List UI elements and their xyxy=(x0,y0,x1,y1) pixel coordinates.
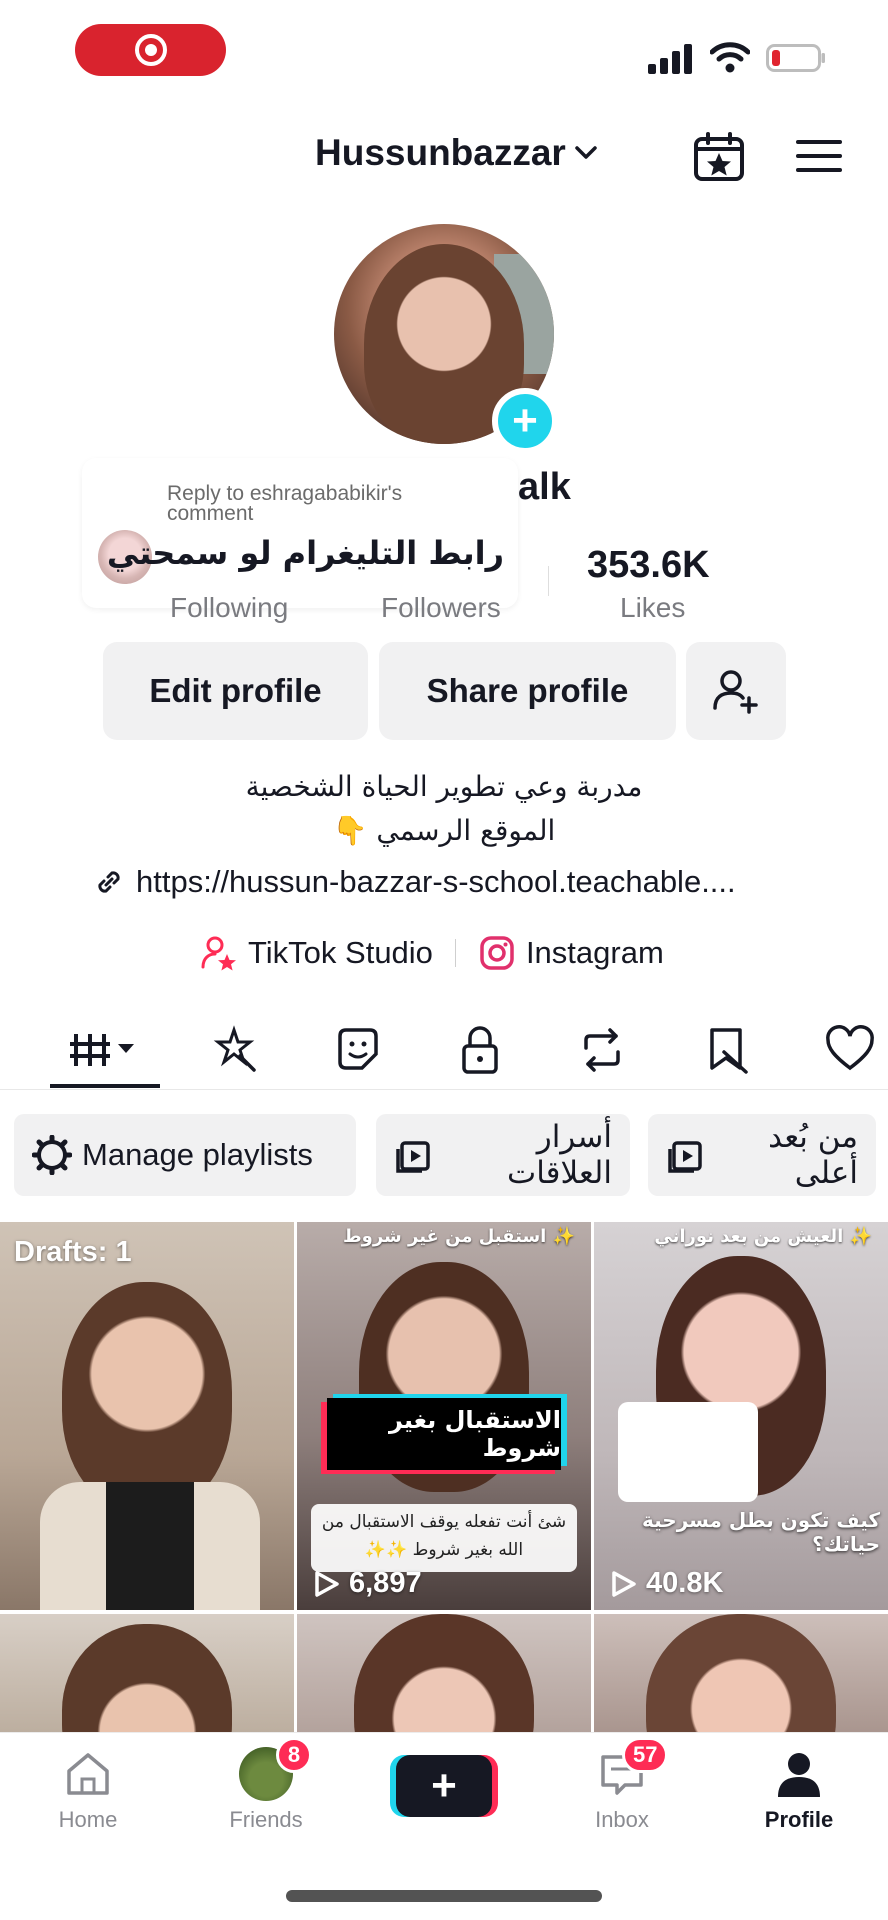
active-tab-indicator xyxy=(50,1084,160,1088)
playlist-chip-label: أسرار العلاقات xyxy=(507,1119,612,1191)
add-user-icon xyxy=(713,670,758,714)
drafts-label: Drafts: 1 xyxy=(14,1236,132,1268)
calendar-star-icon[interactable] xyxy=(692,130,746,184)
thumbnail-person xyxy=(62,1282,232,1512)
links-divider xyxy=(454,939,456,967)
tiktok-studio-icon xyxy=(201,936,236,971)
video-thumbnail-3[interactable]: ✨ العيش من بعد نوراني كيف تكون بطل مسرحي… xyxy=(594,1222,888,1610)
nav-profile[interactable]: Profile xyxy=(739,1747,859,1833)
share-profile-button[interactable]: Share profile xyxy=(379,642,676,740)
video-top-caption: ✨ استقبل من غير شروط xyxy=(342,1226,575,1247)
nav-home[interactable]: Home xyxy=(28,1747,148,1833)
bio-line-1: مدربة وعي تطوير الحياة الشخصية xyxy=(245,770,643,803)
nav-inbox-label: Inbox xyxy=(595,1807,649,1832)
video-top-caption: ✨ العيش من بعد نوراني xyxy=(654,1226,872,1247)
cellular-signal-icon xyxy=(648,44,692,74)
link-icon xyxy=(98,871,120,893)
stat-divider xyxy=(548,566,549,596)
content-tabs xyxy=(0,1010,888,1090)
gear-icon xyxy=(32,1135,72,1175)
playlist-chip-relationships[interactable]: أسرار العلاقات xyxy=(376,1114,630,1196)
status-bar xyxy=(0,0,888,100)
effects-tab-icon[interactable] xyxy=(206,1022,262,1078)
reply-heading: Reply to eshragababikir's comment xyxy=(167,482,403,525)
play-icon xyxy=(612,1570,636,1597)
view-count-value: 6,897 xyxy=(349,1567,422,1599)
add-story-button[interactable]: + xyxy=(492,388,558,454)
playlist-chip-label: من بُعد أعلى xyxy=(768,1119,858,1191)
thumbnail-clothing xyxy=(40,1482,260,1610)
video-thumbnail-6[interactable] xyxy=(594,1614,888,1734)
video-title-card: الاستقبال بغير شروط xyxy=(327,1398,561,1470)
liked-hidden-tab-icon[interactable] xyxy=(822,1022,878,1078)
followers-stat[interactable]: Followers xyxy=(381,592,501,624)
sticker-tab-icon[interactable] xyxy=(330,1022,386,1078)
nav-home-label: Home xyxy=(58,1807,118,1832)
profile-links-row: TikTok Studio Instagram xyxy=(200,934,664,972)
view-count: 40.8K xyxy=(608,1567,723,1600)
screen-record-icon xyxy=(134,34,167,66)
reply-comment-sticker[interactable]: Reply to eshragababikir's comment رابط ا… xyxy=(82,458,518,608)
home-icon xyxy=(67,1753,109,1795)
thumbnail-person xyxy=(646,1614,836,1734)
playlist-icon xyxy=(668,1141,702,1173)
profile-icon xyxy=(778,1753,820,1797)
video-mid-caption: كيف تكون بطل مسرحية حياتك؟ xyxy=(642,1508,880,1556)
username: Hussunbazzar xyxy=(315,132,566,173)
tiktok-studio-link[interactable]: TikTok Studio xyxy=(248,935,433,971)
bio-link-text: https://hussun-bazzar-s-school.teachable… xyxy=(136,864,736,899)
video-thumbnail-4[interactable] xyxy=(0,1614,294,1734)
lock-tab-icon[interactable] xyxy=(452,1022,508,1078)
display-name: alk xyxy=(518,466,571,508)
menu-icon[interactable] xyxy=(796,136,842,176)
add-friends-button[interactable] xyxy=(686,642,786,740)
likes-count: 353.6K xyxy=(587,544,710,586)
bio-link[interactable]: https://hussun-bazzar-s-school.teachable… xyxy=(92,864,736,900)
bio-line-2: الموقع الرسمي 👇 xyxy=(332,814,556,847)
friends-badge: 8 xyxy=(276,1737,312,1773)
videos-grid-tab-icon[interactable] xyxy=(70,1022,144,1078)
following-stat[interactable]: Following xyxy=(170,592,288,624)
account-switcher[interactable]: Hussunbazzar xyxy=(315,132,600,174)
play-icon xyxy=(315,1570,339,1597)
wifi-icon xyxy=(710,42,750,73)
screen-record-indicator[interactable] xyxy=(75,24,226,76)
inbox-badge: 57 xyxy=(622,1737,669,1773)
thumbnail-person xyxy=(62,1624,232,1734)
playlist-chip-higher-dimension[interactable]: من بُعد أعلى xyxy=(648,1114,876,1196)
instagram-icon xyxy=(480,936,514,970)
likes-stat[interactable]: Likes xyxy=(620,592,685,624)
playlist-icon xyxy=(396,1141,430,1173)
reply-comment-card xyxy=(618,1402,758,1502)
profile-header: Hussunbazzar xyxy=(0,120,888,190)
view-count-value: 40.8K xyxy=(646,1567,724,1599)
manage-playlists-button[interactable]: Manage playlists xyxy=(14,1114,356,1196)
battery-low-icon xyxy=(766,44,825,72)
nav-friends-label: Friends xyxy=(229,1807,303,1832)
thumbnail-person xyxy=(354,1614,534,1734)
nav-profile-label: Profile xyxy=(764,1807,834,1832)
create-button[interactable]: + xyxy=(396,1755,492,1817)
manage-playlists-label: Manage playlists xyxy=(82,1137,313,1172)
video-thumbnail-2[interactable]: ✨ استقبل من غير شروط الاستقبال بغير شروط… xyxy=(297,1222,591,1610)
home-indicator[interactable] xyxy=(286,1890,602,1902)
repost-tab-icon[interactable] xyxy=(574,1022,630,1078)
video-thumbnail-drafts[interactable]: Drafts: 1 xyxy=(0,1222,294,1610)
edit-profile-button[interactable]: Edit profile xyxy=(103,642,368,740)
video-subtitle: شئ أنت تفعله يوقف الاستقبال من الله بغير… xyxy=(311,1504,577,1572)
chevron-down-icon xyxy=(575,146,597,159)
video-thumbnail-5[interactable] xyxy=(297,1614,591,1734)
reply-comment-text: رابط التليغرام لو سمحتي xyxy=(106,534,504,572)
view-count: 6,897 xyxy=(311,1567,422,1600)
instagram-link[interactable]: Instagram xyxy=(526,935,664,971)
favorites-hidden-tab-icon[interactable] xyxy=(700,1022,756,1078)
